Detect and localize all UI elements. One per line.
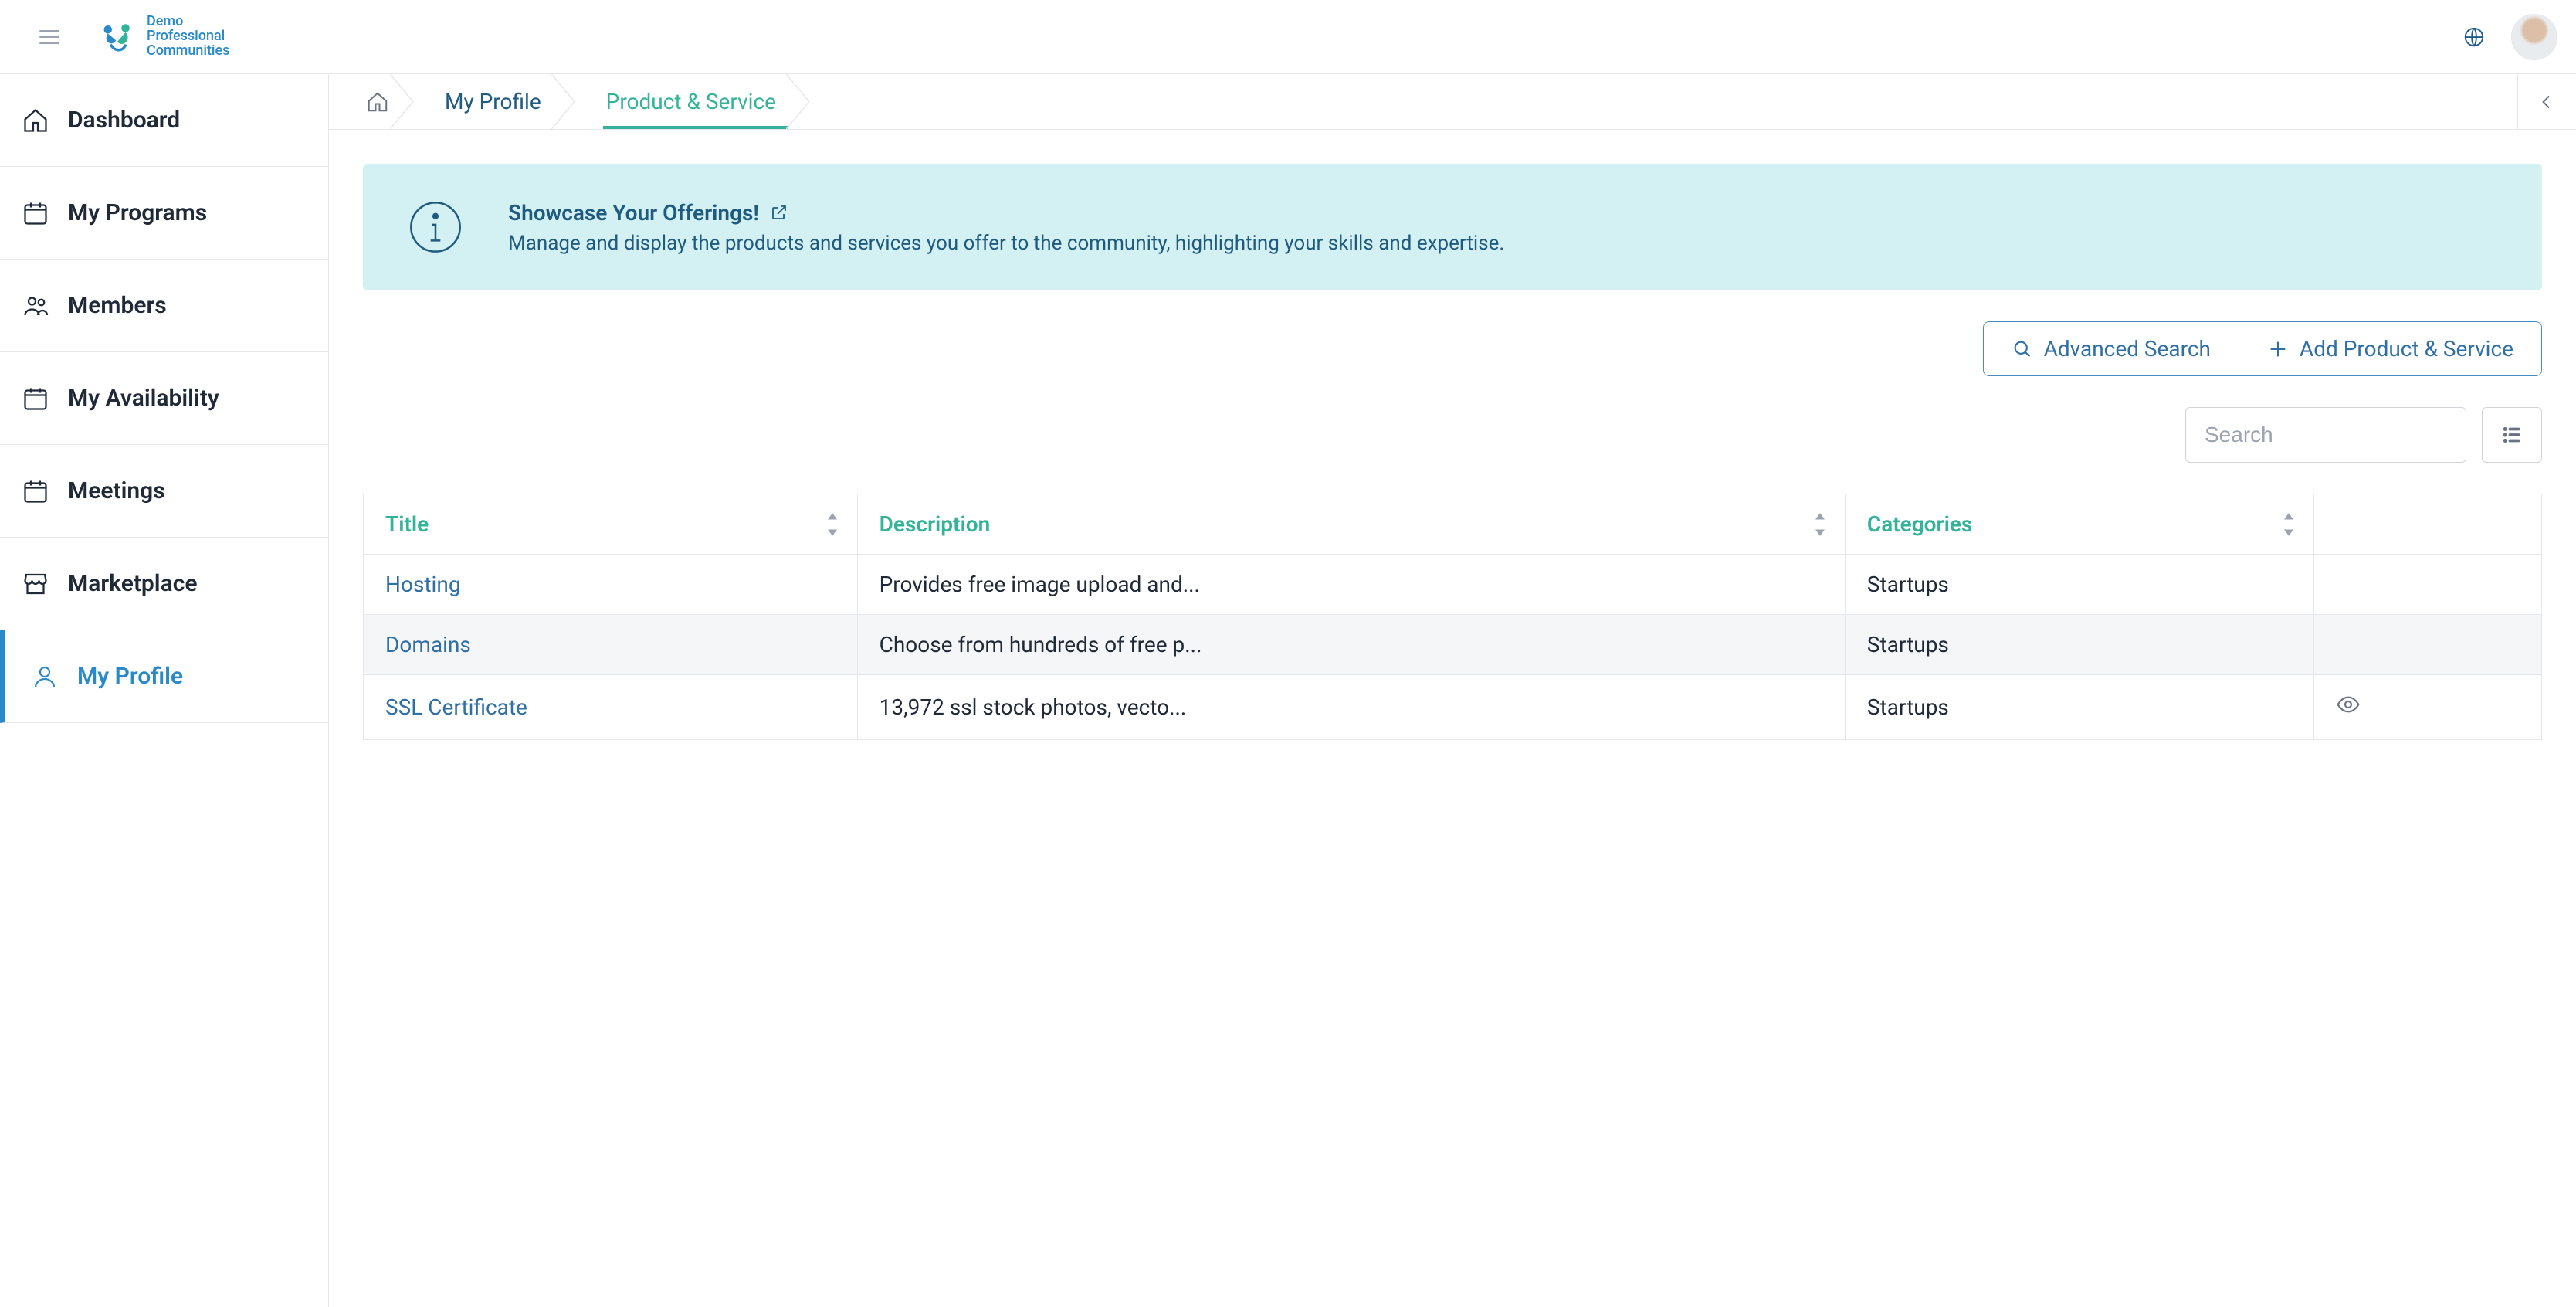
row-description: 13,972 ssl stock photos, vecto... [857, 675, 1845, 740]
column-header-actions [2313, 494, 2541, 555]
chevron-separator-icon [390, 74, 418, 129]
breadcrumb: My Profile Product & Service [329, 74, 2576, 130]
logo-mark-icon [96, 15, 139, 58]
calendar-icon [22, 477, 49, 505]
sidebar-item-marketplace[interactable]: Marketplace [0, 538, 328, 630]
column-header-label: Title [385, 511, 429, 537]
sidebar-item-label: My Profile [77, 663, 183, 690]
column-header-description[interactable]: Description [857, 494, 1845, 555]
sidebar-item-programs[interactable]: My Programs [0, 167, 328, 260]
row-actions [2313, 615, 2541, 675]
sort-handle[interactable] [2279, 512, 2298, 537]
breadcrumb-label: My Profile [445, 89, 541, 114]
row-actions [2313, 555, 2541, 615]
sort-handle[interactable] [1811, 512, 1829, 537]
sidebar-item-label: My Programs [68, 199, 207, 226]
sort-icon [1811, 512, 1829, 537]
sidebar-item-label: My Availability [68, 385, 219, 412]
info-icon [406, 198, 465, 256]
external-link-icon[interactable] [770, 203, 788, 222]
button-label: Advanced Search [2044, 336, 2211, 362]
button-label: Add Product & Service [2300, 336, 2513, 362]
brand-logo[interactable]: Demo Professional Communities [96, 15, 229, 59]
calendar-icon [22, 199, 49, 227]
table-row: Hosting Provides free image upload and..… [364, 555, 2542, 615]
search-icon [2012, 338, 2033, 360]
sidebar-item-members[interactable]: Members [0, 260, 328, 352]
calendar-icon [22, 385, 49, 412]
row-categories: Startups [1845, 675, 2313, 740]
list-icon [2500, 423, 2523, 446]
list-toggle-button[interactable] [2482, 407, 2542, 463]
sidebar-item-dashboard[interactable]: Dashboard [0, 74, 328, 167]
store-icon [22, 570, 49, 598]
info-banner: Showcase Your Offerings! Manage and disp… [363, 164, 2542, 290]
row-actions [2313, 675, 2541, 740]
chevron-separator-icon [786, 74, 814, 129]
user-avatar[interactable] [2511, 14, 2557, 60]
topbar: Demo Professional Communities [0, 0, 2576, 74]
row-categories: Startups [1845, 615, 2313, 675]
home-icon [22, 107, 49, 134]
column-header-label: Description [880, 511, 991, 537]
sidebar-item-label: Members [68, 292, 167, 319]
breadcrumb-home[interactable] [347, 74, 417, 129]
column-header-title[interactable]: Title [364, 494, 858, 555]
chevron-left-icon [2537, 92, 2557, 112]
breadcrumb-product-service[interactable]: Product & Service [578, 74, 813, 129]
users-icon [22, 292, 49, 320]
row-title-link[interactable]: Hosting [364, 555, 858, 615]
sort-handle[interactable] [823, 512, 842, 537]
row-title-link[interactable]: SSL Certificate [364, 675, 858, 740]
banner-description: Manage and display the products and serv… [508, 232, 1504, 255]
banner-title: Showcase Your Offerings! [508, 200, 759, 226]
sidebar-item-label: Marketplace [68, 570, 198, 597]
table-row: SSL Certificate 13,972 ssl stock photos,… [364, 675, 2542, 740]
row-categories: Startups [1845, 555, 2313, 615]
brand-line-3: Communities [147, 44, 229, 59]
column-header-categories[interactable]: Categories [1845, 494, 2313, 555]
action-button-group: Advanced Search Add Product & Service [1983, 321, 2542, 376]
chevron-separator-icon [551, 74, 579, 129]
row-title-link[interactable]: Domains [364, 615, 858, 675]
breadcrumb-my-profile[interactable]: My Profile [417, 74, 578, 129]
column-header-label: Categories [1867, 511, 1972, 537]
eye-icon [2336, 692, 2361, 717]
breadcrumb-collapse-button[interactable] [2517, 74, 2576, 129]
hamburger-icon [37, 25, 62, 49]
breadcrumb-label: Product & Service [606, 89, 776, 114]
sidebar-item-label: Meetings [68, 477, 165, 504]
products-table: Title Description [363, 494, 2542, 740]
sort-icon [823, 512, 842, 537]
sidebar-item-my-profile[interactable]: My Profile [0, 630, 328, 723]
search-input[interactable] [2185, 407, 2466, 463]
language-button[interactable] [2456, 19, 2493, 56]
plus-icon [2267, 338, 2289, 360]
sidebar-item-availability[interactable]: My Availability [0, 352, 328, 445]
menu-toggle[interactable] [28, 15, 71, 59]
advanced-search-button[interactable]: Advanced Search [1984, 322, 2239, 375]
sidebar-item-label: Dashboard [68, 107, 180, 134]
sidebar-item-meetings[interactable]: Meetings [0, 445, 328, 538]
view-button[interactable] [2336, 692, 2361, 717]
user-icon [31, 663, 59, 691]
sidebar: Dashboard My Programs Members My Availab… [0, 74, 329, 1307]
row-description: Choose from hundreds of free p... [857, 615, 1845, 675]
add-product-button[interactable]: Add Product & Service [2239, 322, 2541, 375]
home-icon [366, 90, 389, 114]
main-content: My Profile Product & Service [329, 74, 2576, 1307]
sort-icon [2279, 512, 2298, 537]
globe-icon [2462, 25, 2486, 49]
table-row: Domains Choose from hundreds of free p..… [364, 615, 2542, 675]
row-description: Provides free image upload and... [857, 555, 1845, 615]
brand-name: Demo Professional Communities [147, 15, 229, 59]
